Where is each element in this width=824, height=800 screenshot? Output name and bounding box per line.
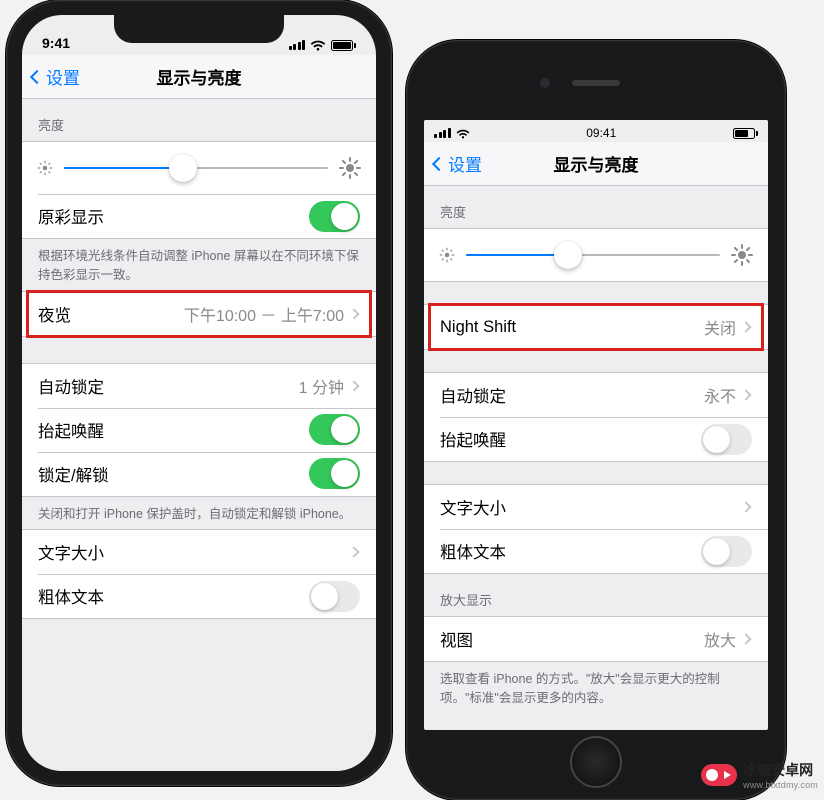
lockunlock-label: 锁定/解锁 (38, 462, 309, 486)
watermark-title: 冰糖安卓网 (743, 762, 813, 778)
brightness-low-icon (36, 159, 54, 177)
chevron-right-icon (348, 547, 359, 558)
textsize-label: 文字大小 (440, 495, 736, 519)
brightness-slider[interactable] (466, 241, 720, 269)
autolock-value: 永不 (704, 383, 736, 407)
chevron-right-icon (740, 501, 751, 512)
nightshift-value: 关闭 (704, 315, 736, 339)
lockunlock-footer: 关闭和打开 iPhone 保护盖时，自动锁定和解锁 iPhone。 (22, 497, 376, 530)
section-header-zoom: 放大显示 (424, 574, 768, 616)
lock-unlock-row: 锁定/解锁 (22, 452, 376, 496)
boldtext-toggle[interactable] (701, 536, 752, 567)
nightshift-label: Night Shift (440, 318, 704, 337)
brightness-slider[interactable] (64, 154, 328, 182)
zoom-footer: 选取查看 iPhone 的方式。"放大"会显示更大的控制项。"标准"会显示更多的… (424, 662, 768, 714)
zoom-label: 视图 (440, 627, 704, 651)
truetone-toggle[interactable] (309, 201, 360, 232)
wifi-icon (456, 129, 470, 140)
bold-text-row: 粗体文本 (424, 529, 768, 573)
autolock-row[interactable]: 自动锁定 永不 (424, 373, 768, 417)
autolock-label: 自动锁定 (38, 374, 299, 398)
status-time: 9:41 (42, 35, 70, 51)
status-time: 09:41 (586, 126, 616, 140)
chevron-right-icon (348, 380, 359, 391)
watermark: 冰糖安卓网 www.btxtdmy.com (701, 760, 818, 790)
back-button[interactable]: 设置 (434, 151, 482, 176)
chevron-right-icon (740, 633, 751, 644)
page-title: 显示与亮度 (554, 151, 639, 176)
chevron-left-icon (432, 156, 446, 170)
raise-to-wake-row: 抬起唤醒 (424, 417, 768, 461)
nav-bar: 设置 显示与亮度 (22, 55, 376, 99)
chevron-right-icon (740, 389, 751, 400)
wifi-icon (310, 40, 326, 52)
raise-toggle[interactable] (701, 424, 752, 455)
autolock-value: 1 分钟 (299, 374, 344, 398)
watermark-url: www.btxtdmy.com (743, 780, 818, 790)
text-size-row[interactable]: 文字大小 (424, 485, 768, 529)
phone-frame-iphone8: 09:41 设置 显示与亮度 亮度 Night Shi (406, 40, 786, 800)
back-label: 设置 (448, 151, 482, 176)
screen-right: 09:41 设置 显示与亮度 亮度 Night Shi (424, 120, 768, 730)
battery-icon (733, 128, 758, 139)
back-label: 设置 (46, 64, 80, 89)
brightness-slider-row (22, 142, 376, 194)
zoom-value: 放大 (704, 627, 736, 651)
watermark-icon (701, 764, 737, 786)
raise-label: 抬起唤醒 (38, 418, 309, 442)
display-zoom-row[interactable]: 视图 放大 (424, 617, 768, 661)
chevron-left-icon (30, 69, 44, 83)
chevron-right-icon (740, 321, 751, 332)
screen-left: 9:41 设置 显示与亮度 亮度 (22, 15, 376, 771)
lockunlock-toggle[interactable] (309, 458, 360, 489)
signal-icon (434, 128, 451, 138)
chevron-right-icon (348, 308, 359, 319)
home-button[interactable] (570, 736, 622, 788)
signal-icon (289, 40, 306, 50)
autolock-label: 自动锁定 (440, 383, 704, 407)
raise-label: 抬起唤醒 (440, 427, 701, 451)
front-camera (540, 78, 550, 88)
phone-frame-iphonex: 9:41 设置 显示与亮度 亮度 (6, 0, 392, 786)
bold-text-row: 粗体文本 (22, 574, 376, 618)
nightshift-label: 夜览 (38, 302, 184, 326)
autolock-row[interactable]: 自动锁定 1 分钟 (22, 364, 376, 408)
section-header-brightness: 亮度 (22, 99, 376, 141)
earpiece (572, 80, 620, 86)
brightness-slider-row (424, 229, 768, 281)
boldtext-label: 粗体文本 (440, 539, 701, 563)
nav-bar: 设置 显示与亮度 (424, 142, 768, 186)
page-title: 显示与亮度 (157, 64, 242, 89)
boldtext-toggle[interactable] (309, 581, 360, 612)
boldtext-label: 粗体文本 (38, 584, 309, 608)
nightshift-row[interactable]: Night Shift 关闭 (424, 305, 768, 349)
brightness-low-icon (438, 246, 456, 264)
brightness-high-icon (730, 243, 754, 267)
brightness-high-icon (338, 156, 362, 180)
status-bar: 09:41 (424, 120, 768, 142)
back-button[interactable]: 设置 (32, 64, 80, 89)
nightshift-value: 下午10:00 － 上午7:00 (184, 302, 344, 326)
truetone-footer: 根据环境光线条件自动调整 iPhone 屏幕以在不同环境下保持色彩显示一致。 (22, 239, 376, 291)
truetone-row: 原彩显示 (22, 194, 376, 238)
truetone-label: 原彩显示 (38, 204, 309, 228)
section-header-brightness: 亮度 (424, 186, 768, 228)
text-size-row[interactable]: 文字大小 (22, 530, 376, 574)
notch (114, 15, 284, 43)
raise-to-wake-row: 抬起唤醒 (22, 408, 376, 452)
battery-icon (331, 40, 356, 51)
textsize-label: 文字大小 (38, 540, 344, 564)
raise-toggle[interactable] (309, 414, 360, 445)
nightshift-row[interactable]: 夜览 下午10:00 － 上午7:00 (22, 292, 376, 336)
